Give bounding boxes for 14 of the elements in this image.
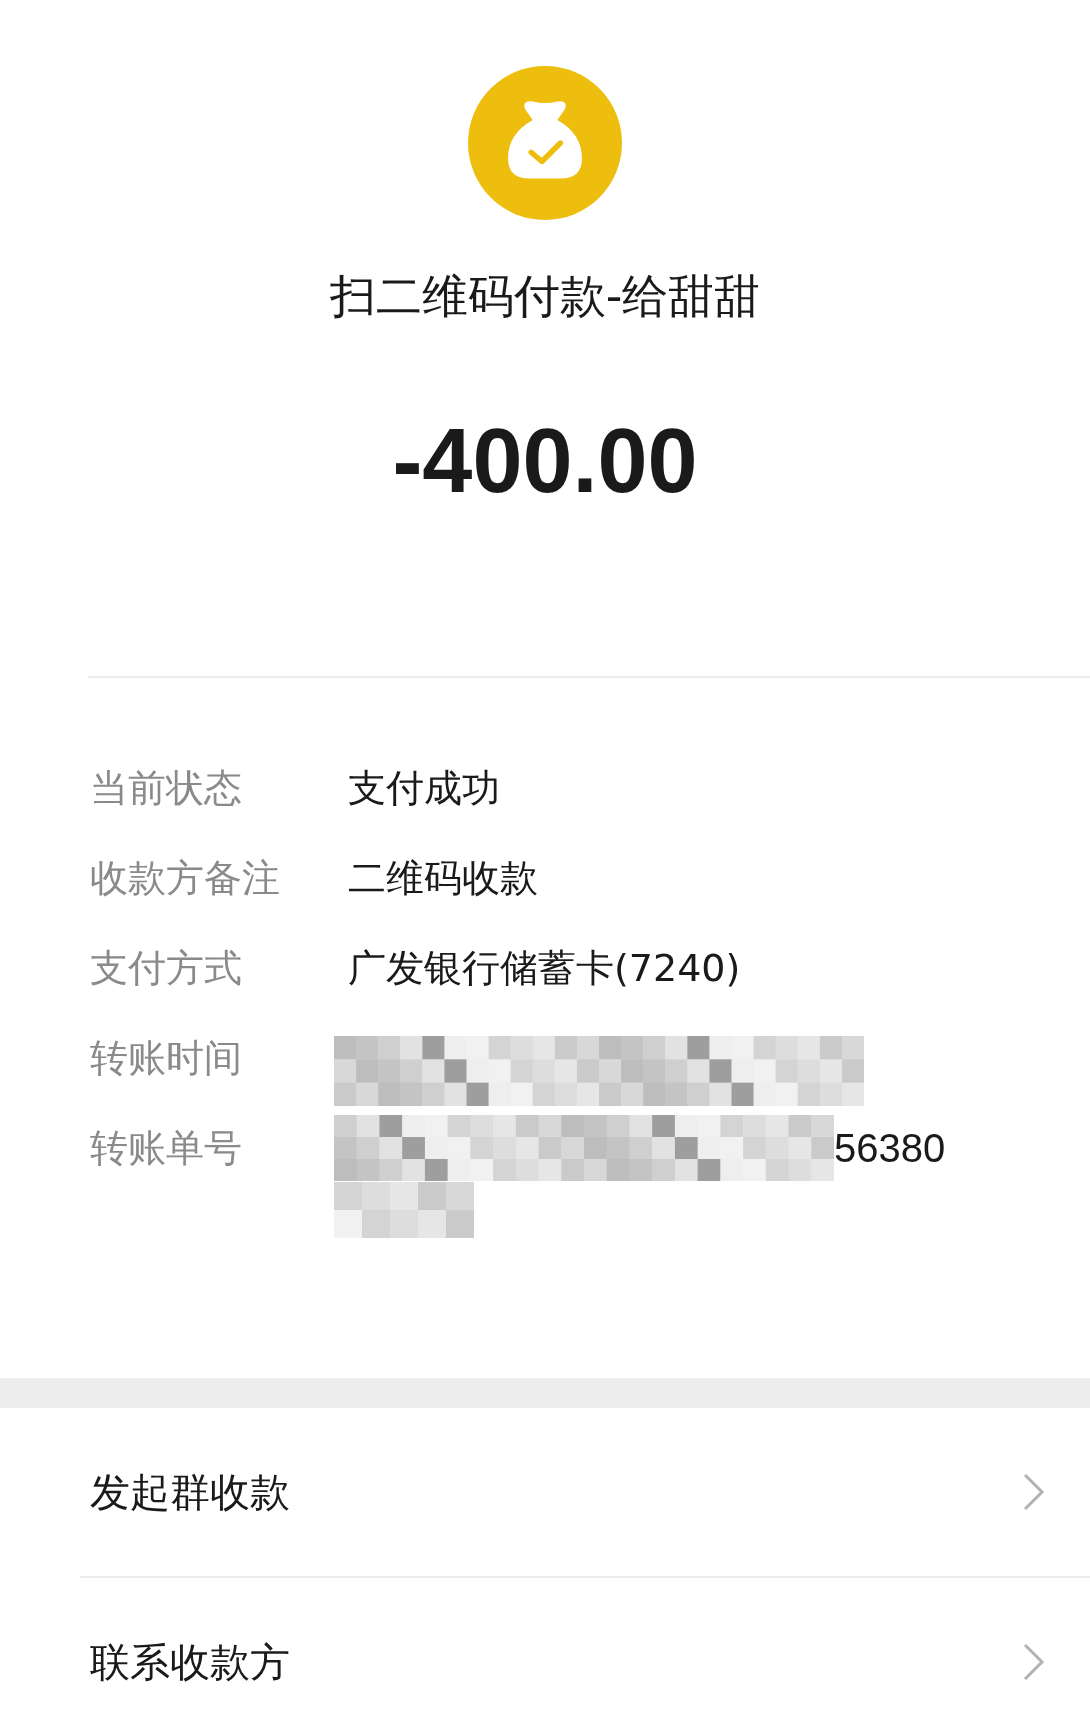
money-bag-check-icon: [468, 66, 622, 220]
detail-label: 转账时间: [90, 1035, 243, 1082]
chevron-right-icon: [1022, 1472, 1046, 1512]
detail-value: 支付成功: [348, 765, 501, 812]
detail-label: 转账单号: [90, 1125, 243, 1172]
detail-label: 当前状态: [90, 765, 243, 812]
payment-amount: -400.00: [392, 410, 698, 513]
detail-label: 收款方备注: [90, 855, 281, 902]
detail-value: 56380: [834, 1125, 946, 1171]
detail-value: 二维码收款: [348, 855, 539, 902]
chevron-right-icon: [1022, 1642, 1046, 1682]
detail-value: 广发银行储蓄卡(7240): [348, 945, 742, 992]
detail-label: 支付方式: [90, 945, 243, 992]
payment-title: 扫二维码付款-给甜甜: [329, 268, 761, 325]
